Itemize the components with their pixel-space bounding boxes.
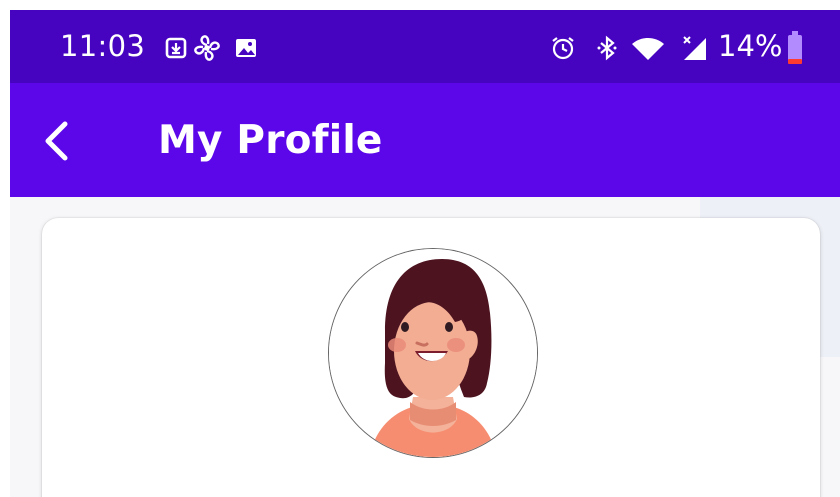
cellular-icon xyxy=(683,36,706,60)
bluetooth-icon xyxy=(597,35,617,61)
page-title: My Profile xyxy=(158,118,383,163)
battery-icon xyxy=(788,31,802,64)
avatar-illustration xyxy=(329,249,537,457)
battery-percent: 14% xyxy=(718,29,783,63)
app-screen: 11:03 14% My Profile xyxy=(0,0,840,497)
avatar[interactable] xyxy=(328,248,538,458)
alarm-icon xyxy=(552,37,574,60)
fan-icon xyxy=(194,35,220,61)
app-bar: My Profile xyxy=(10,83,840,197)
status-time: 11:03 xyxy=(60,29,146,63)
chevron-left-icon[interactable] xyxy=(40,119,78,163)
wifi-icon xyxy=(632,38,664,60)
status-bar: 11:03 14% xyxy=(10,10,840,83)
profile-content xyxy=(10,197,840,497)
download-notification-icon xyxy=(165,37,187,59)
profile-card xyxy=(42,218,820,497)
image-icon xyxy=(236,39,256,57)
